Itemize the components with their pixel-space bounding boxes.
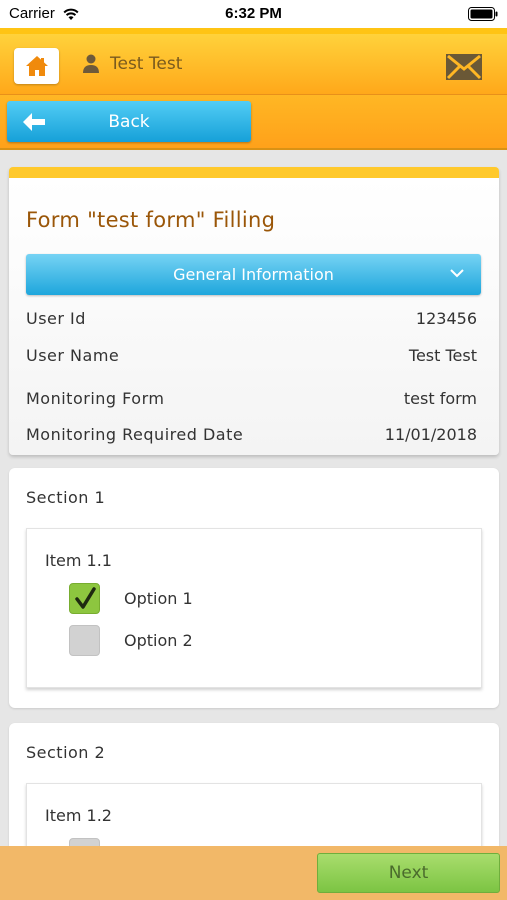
next-button[interactable]: Next bbox=[317, 853, 500, 893]
checkbox-unchecked[interactable] bbox=[69, 625, 100, 656]
checkmark-icon bbox=[74, 586, 96, 609]
home-icon bbox=[25, 56, 48, 76]
nav-bar: Back bbox=[0, 94, 507, 150]
section-card-2: Section 2 Item 1.2 bbox=[9, 723, 499, 846]
general-information-toggle[interactable]: General Information bbox=[26, 254, 481, 295]
info-label: Monitoring Required Date bbox=[26, 425, 244, 444]
info-label: Monitoring Form bbox=[26, 389, 165, 408]
section-title: Section 2 bbox=[26, 743, 106, 762]
back-label: Back bbox=[108, 111, 150, 132]
checkbox-unchecked[interactable] bbox=[69, 838, 100, 846]
option-row[interactable] bbox=[69, 838, 100, 846]
section-card-1: Section 1 Item 1.1 Option 1 Option 2 bbox=[9, 468, 499, 708]
footer-bar: Next bbox=[0, 846, 507, 900]
info-row-user-name: User Name Test Test bbox=[26, 346, 477, 365]
info-value: 123456 bbox=[415, 309, 477, 328]
app-header: Test Test bbox=[0, 28, 507, 94]
item-box: Item 1.2 bbox=[26, 783, 482, 846]
mail-icon[interactable] bbox=[445, 52, 483, 82]
item-title: Item 1.1 bbox=[45, 551, 112, 570]
general-information-label: General Information bbox=[173, 265, 334, 284]
info-row-required-date: Monitoring Required Date 11/01/2018 bbox=[26, 425, 477, 444]
status-bar: Carrier 6:32 PM bbox=[0, 0, 507, 28]
battery-icon bbox=[468, 7, 498, 21]
info-value: 11/01/2018 bbox=[384, 425, 477, 444]
info-value: Test Test bbox=[408, 346, 477, 365]
option-row[interactable]: Option 1 bbox=[69, 583, 193, 614]
content-area[interactable]: Form "test form" Filling General Informa… bbox=[0, 150, 507, 846]
back-arrow-icon bbox=[23, 113, 45, 131]
page-title: Form "test form" Filling bbox=[26, 208, 276, 232]
info-label: User Name bbox=[26, 346, 120, 365]
info-row-monitoring-form: Monitoring Form test form bbox=[26, 389, 477, 408]
chevron-down-icon bbox=[450, 269, 464, 278]
info-row-user-id: User Id 123456 bbox=[26, 309, 477, 328]
user-icon bbox=[83, 54, 99, 73]
home-button[interactable] bbox=[14, 48, 59, 84]
section-title: Section 1 bbox=[26, 488, 106, 507]
clock: 6:32 PM bbox=[225, 5, 282, 22]
option-label: Option 1 bbox=[124, 589, 193, 608]
user-info: Test Test bbox=[82, 54, 182, 74]
user-name: Test Test bbox=[110, 54, 183, 74]
item-title: Item 1.2 bbox=[45, 806, 112, 825]
next-label: Next bbox=[388, 863, 429, 883]
back-button[interactable]: Back bbox=[7, 101, 251, 142]
info-label: User Id bbox=[26, 309, 86, 328]
option-label: Option 2 bbox=[124, 631, 193, 650]
item-box: Item 1.1 Option 1 Option 2 bbox=[26, 528, 482, 688]
info-value: test form bbox=[403, 389, 477, 408]
checkbox-checked[interactable] bbox=[69, 583, 100, 614]
option-row[interactable]: Option 2 bbox=[69, 625, 193, 656]
form-info-card: Form "test form" Filling General Informa… bbox=[9, 167, 499, 455]
